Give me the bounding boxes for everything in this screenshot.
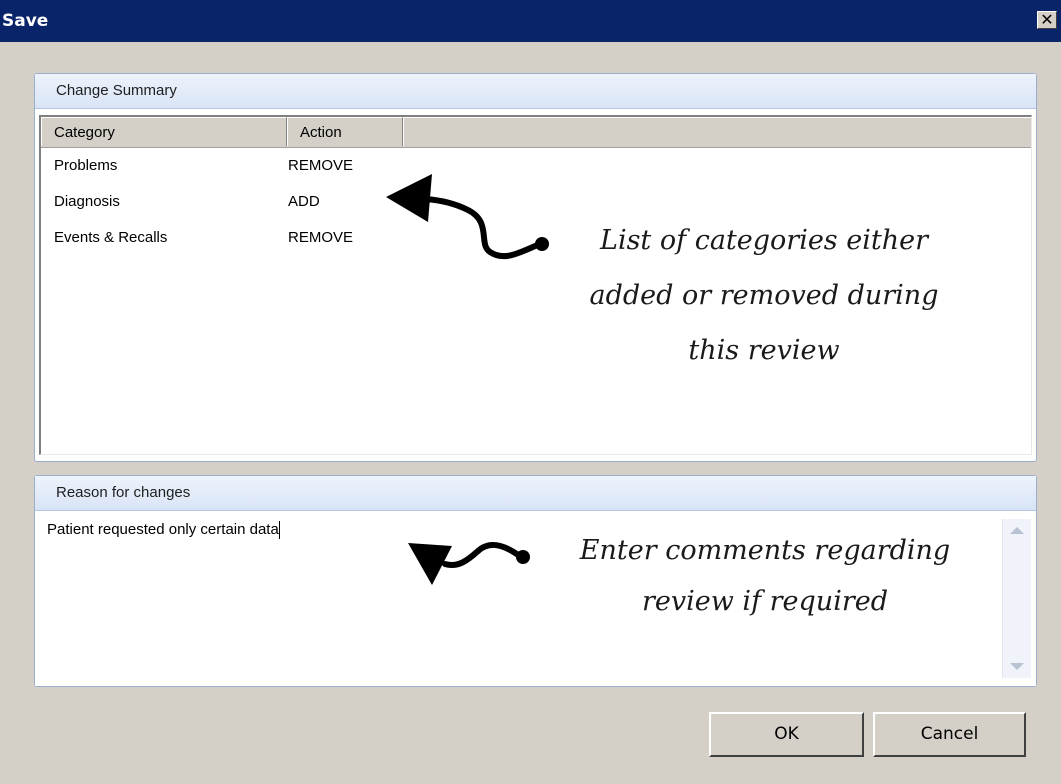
cell-category: Events & Recalls [54, 229, 168, 246]
ok-button[interactable]: OK [709, 712, 864, 757]
title-bar: Save ✕ [0, 0, 1061, 42]
window-title: Save [2, 11, 49, 31]
cell-action: REMOVE [288, 157, 354, 174]
annotation-line: Enter comments regarding [579, 535, 951, 566]
scroll-down-icon[interactable] [1010, 663, 1024, 670]
close-icon: ✕ [1040, 10, 1054, 29]
reason-text: Patient requested only certain data [47, 521, 280, 540]
annotation-line: this review [688, 335, 840, 366]
text-caret [278, 521, 280, 540]
close-button[interactable]: ✕ [1037, 11, 1057, 29]
cell-action: ADD [288, 193, 320, 210]
scroll-up-icon[interactable] [1010, 527, 1024, 534]
reason-value: Patient requested only certain data [47, 521, 279, 538]
column-header-action[interactable]: Action [287, 117, 403, 146]
reason-scrollbar[interactable] [1002, 519, 1031, 678]
cell-action: REMOVE [288, 229, 354, 246]
annotation-comments: Enter comments regarding review if requi… [530, 525, 1000, 627]
annotation-line: added or removed during [589, 280, 939, 311]
annotation-categories: List of categories either added or remov… [532, 213, 996, 378]
column-header-category[interactable]: Category [41, 117, 287, 146]
cell-category: Problems [54, 157, 118, 174]
list-header: Category Action [41, 117, 1031, 148]
change-summary-header: Change Summary [35, 74, 1036, 109]
list-item[interactable]: Problems REMOVE [41, 148, 1031, 184]
annotation-line: List of categories either [600, 225, 928, 256]
annotation-line: review if required [641, 586, 889, 617]
cancel-button[interactable]: Cancel [873, 712, 1026, 757]
column-header-filler [403, 117, 1031, 146]
cell-category: Diagnosis [54, 193, 120, 210]
reason-header: Reason for changes [35, 476, 1036, 511]
